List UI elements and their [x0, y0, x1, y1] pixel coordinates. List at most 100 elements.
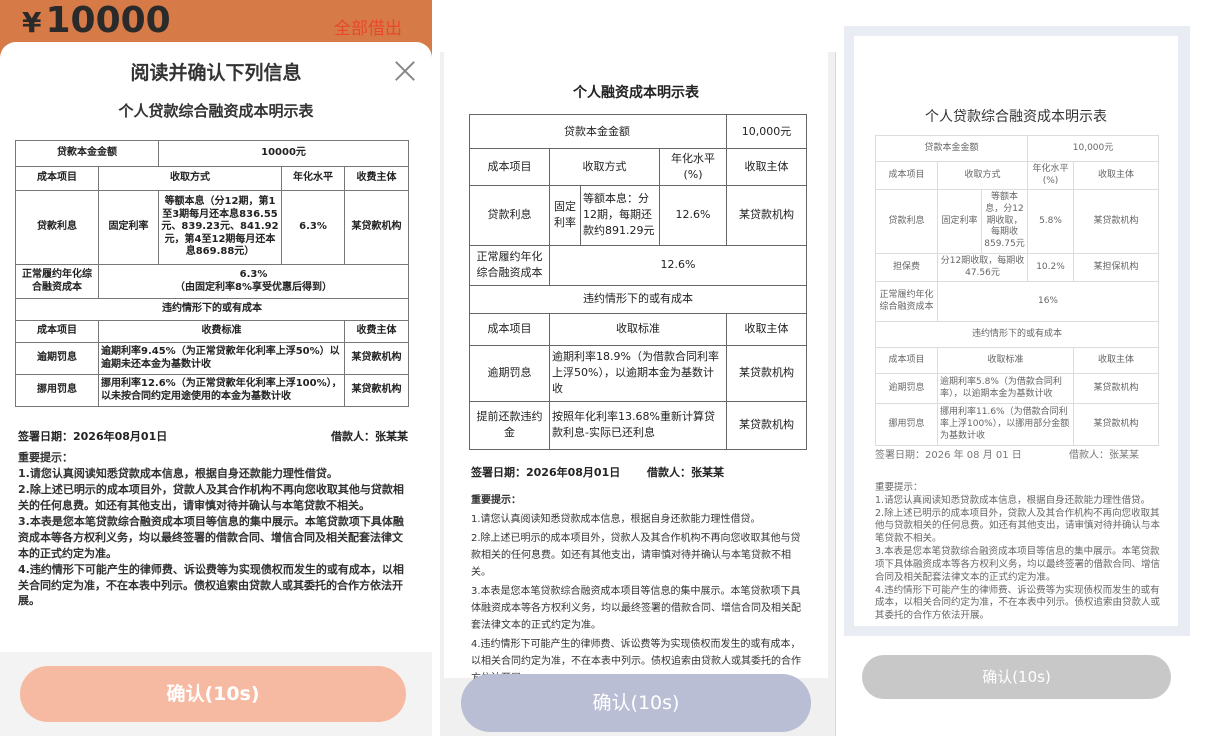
note-item: 3.本表是您本笔贷款综合融资成本项目等信息的集中展示。本笔贷款项下具体融资成本等…	[875, 546, 1161, 583]
col-party-2: 收取主体	[726, 312, 807, 346]
sign-date: 签署日期：2026 年 08 月 01 日	[875, 450, 1022, 461]
interest-label: 贷款利息	[875, 189, 938, 254]
default-section-title: 违约情形下的或有成本	[14, 298, 410, 321]
panel-gray-app: 个人贷款综合融资成本明示表 贷款本金金额 10,000元 成本项目 收取方式 年…	[844, 26, 1190, 636]
panel-orange-app: ¥10000 全部借出 阅读并确认下列信息 个人贷款综合融资成本明示表 贷款本金…	[0, 0, 432, 736]
col-cost-item: 成本项目	[875, 160, 938, 191]
signature-row: 签署日期：2026年08月01日 借款人：张某某	[18, 428, 408, 444]
guarantee-method: 分12期收取，每期收47.56元	[937, 252, 1028, 283]
interest-rate: 6.3%	[281, 190, 345, 265]
col-cost-item: 成本项目	[469, 148, 550, 186]
interest-party: 某贷款机构	[343, 190, 410, 265]
interest-party: 某贷款机构	[1073, 189, 1159, 254]
overdue-party: 某贷款机构	[726, 344, 807, 402]
yen-symbol: ¥	[22, 6, 42, 39]
col-party-2: 收费主体	[343, 320, 410, 343]
confirm-button[interactable]: 确认(10s)	[461, 674, 811, 732]
overdue-label: 逾期罚息	[469, 344, 550, 402]
col-standard: 收取标准	[937, 347, 1074, 375]
principal-value: 10,000元	[726, 114, 807, 149]
interest-label: 贷款利息	[469, 184, 550, 246]
principal-label: 贷款本金金额	[15, 140, 159, 167]
signature-row: 签署日期：2026年08月01日 借款人：张某某	[471, 464, 724, 480]
overdue-label: 逾期罚息	[15, 342, 99, 375]
borrower-name: 借款人：张某某	[1069, 450, 1139, 461]
signature-row: 签署日期：2026 年 08 月 01 日 借款人：张某某	[875, 446, 1139, 461]
borrower-name: 借款人：张某某	[647, 466, 724, 479]
col-party: 收费主体	[343, 166, 410, 191]
interest-method: 等额本息（分12期，第1至3期每月还本息836.55元、839.23元、841.…	[158, 190, 282, 265]
prepay-label: 提前还款违约金	[469, 400, 550, 450]
misuse-label: 挪用罚息	[15, 374, 99, 407]
total-cost-label: 正常履约年化综合融资成本	[15, 264, 99, 299]
total-cost-value: 16%	[937, 281, 1159, 323]
col-party-2: 收取主体	[1073, 347, 1159, 375]
overdue-label: 逾期罚息	[875, 373, 938, 405]
col-party: 收取主体	[1073, 160, 1159, 191]
overdue-standard: 逾期利率9.45%（为正常贷款年化利率上浮50%）以逾期未还本金为基数计收	[98, 342, 345, 375]
interest-method: 等额本息：分12期，每期还款约891.29元	[580, 184, 660, 246]
close-icon[interactable]	[394, 60, 416, 82]
cost-document: 个人融资成本明示表 贷款本金金额 10,000元 成本项目 收取方式 年化水平(…	[444, 52, 828, 684]
note-item: 1.请您认真阅读知悉贷款成本信息，根据自身还款能力理性借贷。	[875, 494, 1151, 506]
sign-date: 签署日期：2026年08月01日	[18, 430, 168, 443]
important-notes: 重要提示： 1.请您认真阅读知悉贷款成本信息，根据自身还款能力理性借贷。 2.除…	[471, 492, 808, 689]
panel-divider	[835, 52, 836, 736]
total-cost-note: （由固定利率8%享受优惠后得到）	[175, 281, 332, 293]
confirm-button[interactable]: 确认(10s)	[862, 655, 1171, 699]
note-item: 4.违约情形下可能产生的律师费、诉讼费等为实现债权而发生的或有成本，以相关合同约…	[875, 584, 1161, 622]
total-cost-value: 6.3%	[239, 269, 268, 280]
cost-table: 贷款本金金额 10,000元 成本项目 收取方式 年化水平(%) 收取主体 贷款…	[875, 135, 1159, 447]
col-cost-item-2: 成本项目	[875, 347, 938, 375]
overdue-party: 某贷款机构	[343, 342, 410, 375]
important-notes: 重要提示： 1.请您认真阅读知悉贷款成本信息，根据自身还款能力理性借贷。 2.除…	[875, 482, 1160, 623]
interest-rate: 12.6%	[659, 184, 727, 246]
col-standard: 收取标准	[549, 312, 727, 346]
total-cost-label: 正常履约年化综合融资成本	[469, 244, 550, 286]
cost-document: 个人贷款综合融资成本明示表 贷款本金金额 10,000元 成本项目 收取方式 年…	[854, 36, 1178, 626]
notes-heading: 重要提示：	[18, 451, 73, 464]
total-cost-value: 12.6%	[549, 244, 807, 286]
note-item: 4.违约情形下可能产生的律师费、诉讼费等为实现债权而发生的或有成本，以相关合同约…	[18, 562, 404, 608]
total-cost-cell: 6.3% （由固定利率8%享受优惠后得到）	[97, 264, 410, 299]
table-subtitle: 个人贷款综合融资成本明示表	[118, 102, 314, 120]
misuse-party: 某贷款机构	[1073, 403, 1159, 447]
note-item: 3.本表是您本笔贷款综合融资成本项目等信息的集中展示。本笔贷款项下具体融资成本等…	[471, 586, 801, 631]
col-rate: 年化水平	[281, 166, 345, 191]
note-item: 2.除上述已明示的成本项目外，贷款人及其合作机构不再向您收取其他与贷款相关的任何…	[471, 533, 801, 578]
amount-value: 10000	[45, 0, 171, 41]
col-method: 收取方式	[549, 148, 660, 186]
loan-amount: ¥10000	[22, 0, 171, 41]
col-method: 收取方式	[937, 160, 1028, 191]
cost-table: 贷款本金金额 10,000元 成本项目 收取方式 年化水平(%) 收取主体 贷款…	[469, 114, 807, 450]
withdraw-all-link[interactable]: 全部借出	[334, 14, 402, 39]
panel-blue-app: 个人融资成本明示表 贷款本金金额 10,000元 成本项目 收取方式 年化水平(…	[440, 52, 836, 736]
total-cost-label: 正常履约年化综合融资成本	[875, 281, 938, 323]
document-title: 个人贷款综合融资成本明示表	[925, 109, 1107, 125]
interest-party: 某贷款机构	[726, 184, 807, 246]
note-item: 2.除上述已明示的成本项目外，贷款人及其合作机构不再向您收取其他与贷款相关的任何…	[18, 482, 404, 512]
col-cost-item-2: 成本项目	[469, 312, 550, 346]
interest-type: 固定利率	[549, 184, 581, 246]
prepay-standard: 按照年化利率13.68%重新计算贷款利息-实际已还利息	[549, 400, 727, 450]
prepay-party: 某贷款机构	[726, 400, 807, 450]
confirm-button[interactable]: 确认(10s)	[20, 666, 406, 722]
col-rate: 年化水平(%)	[659, 148, 727, 186]
default-section-title: 违约情形下的或有成本	[469, 284, 807, 314]
overdue-party: 某贷款机构	[1073, 373, 1159, 405]
misuse-label: 挪用罚息	[875, 403, 938, 447]
default-section-title: 违约情形下的或有成本	[875, 321, 1159, 349]
interest-type: 固定利率	[98, 190, 159, 265]
cost-table: 贷款本金金额 10000元 成本项目 收取方式 年化水平 收费主体 贷款利息 固…	[14, 140, 410, 407]
borrower-name: 借款人：张某某	[331, 430, 408, 443]
col-method: 收取方式	[98, 166, 282, 191]
misuse-standard: 挪用利率12.6%（为正常贷款年化利率上浮100%），以未按合同约定用途使用的本…	[98, 374, 345, 407]
principal-value: 10000元	[157, 140, 410, 167]
note-item: 3.本表是您本笔贷款综合融资成本项目等信息的集中展示。本笔贷款项下具体融资成本等…	[18, 514, 404, 560]
interest-method: 等额本息，分12期收取，每期收859.75元	[981, 189, 1028, 254]
col-rate: 年化水平(%)	[1027, 160, 1074, 191]
document-title: 个人融资成本明示表	[573, 85, 699, 101]
note-item: 1.请您认真阅读知悉贷款成本信息，根据自身还款能力理性借贷。	[471, 514, 761, 525]
principal-value: 10,000元	[1027, 135, 1159, 162]
interest-type: 固定利率	[937, 189, 982, 254]
